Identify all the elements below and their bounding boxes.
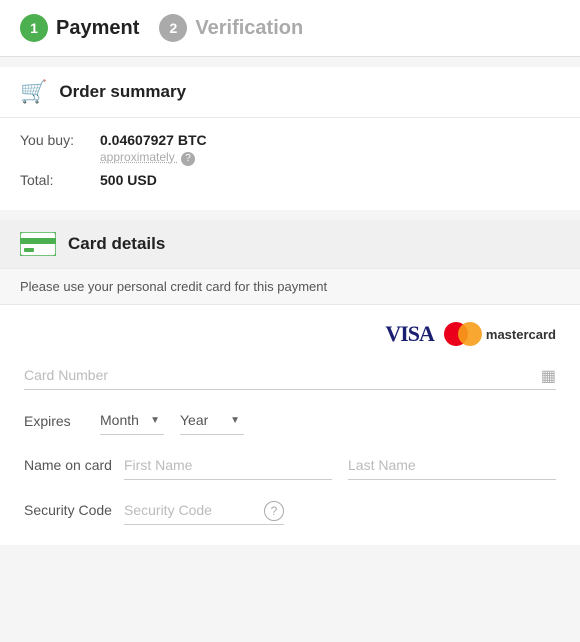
last-name-input[interactable]	[348, 451, 556, 480]
approximately-question-icon: ?	[181, 152, 195, 166]
card-notice: Please use your personal credit card for…	[0, 269, 580, 305]
card-number-input[interactable]	[24, 361, 556, 390]
expires-label: Expires	[24, 413, 84, 429]
name-on-card-row: Name on card	[24, 451, 556, 480]
card-number-wrapper: ▦	[24, 361, 556, 390]
order-buy-label: You buy:	[20, 132, 100, 148]
security-code-input[interactable]	[124, 496, 284, 525]
card-number-group: ▦	[24, 361, 556, 390]
mastercard-text: mastercard	[486, 327, 556, 342]
steps-header: 1 Payment 2 Verification	[0, 0, 580, 57]
mastercard-circles	[444, 322, 482, 346]
month-select[interactable]: Month 010203 040506 070809 101112	[100, 406, 164, 435]
order-total-label: Total:	[20, 172, 100, 188]
order-summary-title: Order summary	[59, 82, 186, 102]
step-2-label: Verification	[195, 17, 303, 40]
expires-row: Expires Month 010203 040506 070809 10111…	[24, 406, 556, 435]
card-logos: VISA mastercard	[24, 321, 556, 347]
order-buy-value: 0.04607927 BTC approximately ?	[100, 132, 207, 166]
month-select-wrapper: Month 010203 040506 070809 101112 ▼	[100, 406, 164, 435]
card-icon	[20, 232, 56, 256]
order-summary-header: 🛒 Order summary	[0, 67, 580, 118]
card-chip-icon: ▦	[541, 366, 556, 386]
year-select[interactable]: Year 202420252026 202720282029 2030	[180, 406, 244, 435]
order-buy-row: You buy: 0.04607927 BTC approximately ?	[20, 132, 560, 166]
cart-icon: 🛒	[20, 79, 47, 105]
step-verification: 2 Verification	[159, 14, 303, 42]
security-question-icon[interactable]: ?	[264, 501, 284, 521]
year-select-wrapper: Year 202420252026 202720282029 2030 ▼	[180, 406, 244, 435]
mastercard-logo: mastercard	[444, 322, 556, 346]
order-total-value: 500 USD	[100, 172, 157, 188]
card-details-title: Card details	[68, 234, 165, 254]
mc-circle-right	[458, 322, 482, 346]
step-1-circle: 1	[20, 14, 48, 42]
approximately-link[interactable]: approximately ?	[100, 150, 207, 166]
order-total-row: Total: 500 USD	[20, 172, 560, 188]
card-form: VISA mastercard ▦ Expires Month 0	[0, 305, 580, 545]
step-2-circle: 2	[159, 14, 187, 42]
name-on-card-label: Name on card	[24, 451, 124, 473]
card-details-header: Card details	[0, 220, 580, 269]
first-name-input[interactable]	[124, 451, 332, 480]
card-details-section: Card details Please use your personal cr…	[0, 220, 580, 545]
security-code-row: Security Code ?	[24, 496, 556, 525]
name-fields	[124, 451, 556, 480]
security-code-label: Security Code	[24, 496, 124, 518]
order-summary-body: You buy: 0.04607927 BTC approximately ? …	[0, 118, 580, 210]
step-1-label: Payment	[56, 17, 139, 40]
order-summary-section: 🛒 Order summary You buy: 0.04607927 BTC …	[0, 67, 580, 210]
step-payment: 1 Payment	[20, 14, 139, 42]
visa-logo: VISA	[385, 321, 434, 347]
security-input-wrapper: ?	[124, 496, 284, 525]
